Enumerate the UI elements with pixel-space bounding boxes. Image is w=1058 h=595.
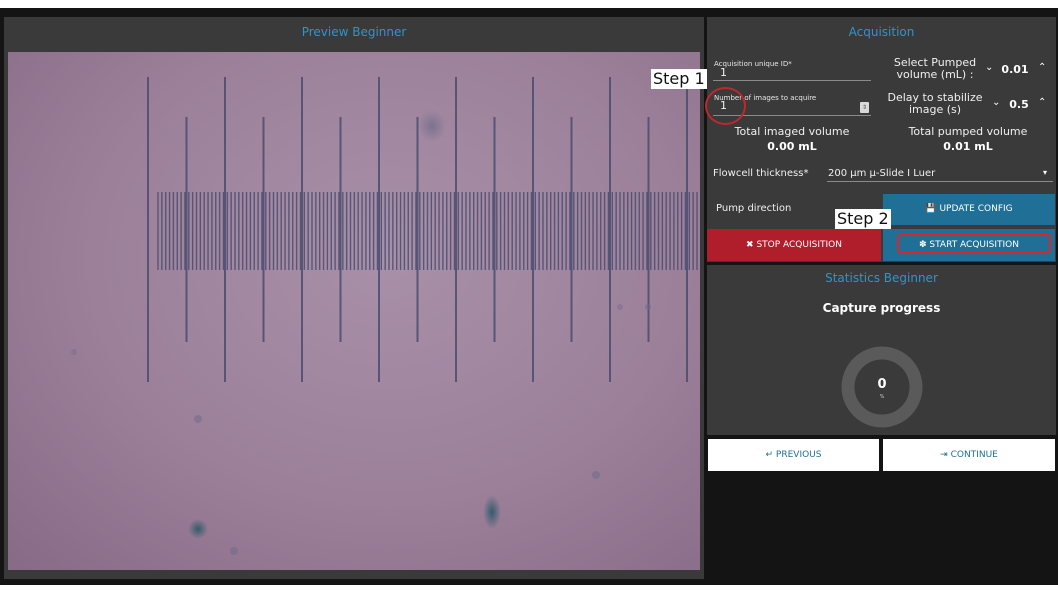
top-edge (0, 0, 1058, 8)
save-icon: 💾 (925, 204, 937, 214)
progress-unit: % (879, 394, 885, 400)
flowcell-select[interactable]: 200 μm μ-Slide I Luer (828, 168, 935, 179)
preview-title: Preview Beginner (301, 25, 407, 39)
stop-acquisition-button[interactable]: ✖ STOP ACQUISITION (707, 229, 881, 261)
step1-callout: Step 1 (651, 69, 707, 89)
statistics-title: Statistics Beginner (825, 271, 938, 285)
chevron-up-icon[interactable]: ⌃ (1038, 62, 1046, 73)
progress-value: 0 (877, 377, 887, 392)
statistics-panel: Statistics Beginner Capture progress 0 % (707, 265, 1056, 435)
chevron-down-icon[interactable]: ⌄ (985, 62, 993, 73)
acquisition-id-input[interactable]: 1 (720, 66, 727, 79)
previous-button[interactable]: ↵ PREVIOUS (708, 439, 879, 471)
acquisition-id-underline (713, 80, 871, 81)
acquisition-title: Acquisition (848, 25, 915, 39)
update-config-button[interactable]: 💾 UPDATE CONFIG (883, 194, 1055, 225)
total-imaged-label: Total imaged volume (734, 125, 850, 138)
stop-acquisition-label: STOP ACQUISITION (756, 240, 842, 250)
chevron-down-icon[interactable]: ⌄ (992, 97, 1000, 108)
delay-value: 0.5 (1009, 98, 1029, 111)
bottom-edge (0, 585, 1058, 595)
number-stepper-icon[interactable]: ⇕ (860, 102, 869, 113)
previous-label: PREVIOUS (775, 450, 822, 460)
pumped-volume-value: 0.01 (1001, 63, 1029, 76)
total-pumped-value: 0.01 mL (943, 140, 993, 153)
flowcell-label: Flowcell thickness* (713, 168, 809, 179)
total-pumped-label: Total pumped volume (908, 125, 1028, 138)
step1-highlight-circle (705, 87, 746, 125)
capture-progress-heading: Capture progress (822, 301, 941, 315)
arrow-back-icon: ↵ (765, 450, 774, 460)
microscope-preview-image (8, 52, 700, 570)
step2-highlight-box (897, 234, 1051, 253)
preview-panel: Preview Beginner (4, 17, 704, 579)
micrometer-scale-image (71, 77, 698, 555)
total-imaged-value: 0.00 mL (767, 140, 817, 153)
continue-label: CONTINUE (950, 450, 998, 460)
arrow-to-end-icon: ⇥ (940, 450, 948, 460)
continue-button[interactable]: ⇥ CONTINUE (883, 439, 1055, 471)
delay-label: Delay to stabilize image (s) (887, 91, 983, 116)
chevron-up-icon[interactable]: ⌃ (1038, 97, 1046, 108)
pumped-volume-label: Select Pumped volume (mL) : (893, 56, 977, 81)
flowcell-underline (827, 181, 1053, 182)
update-config-label: UPDATE CONFIG (939, 204, 1013, 214)
step2-callout: Step 2 (835, 209, 891, 229)
pump-direction-label: Pump direction (716, 203, 792, 214)
close-circle-icon: ✖ (746, 240, 754, 250)
dropdown-arrow-icon[interactable]: ▾ (1043, 168, 1047, 177)
